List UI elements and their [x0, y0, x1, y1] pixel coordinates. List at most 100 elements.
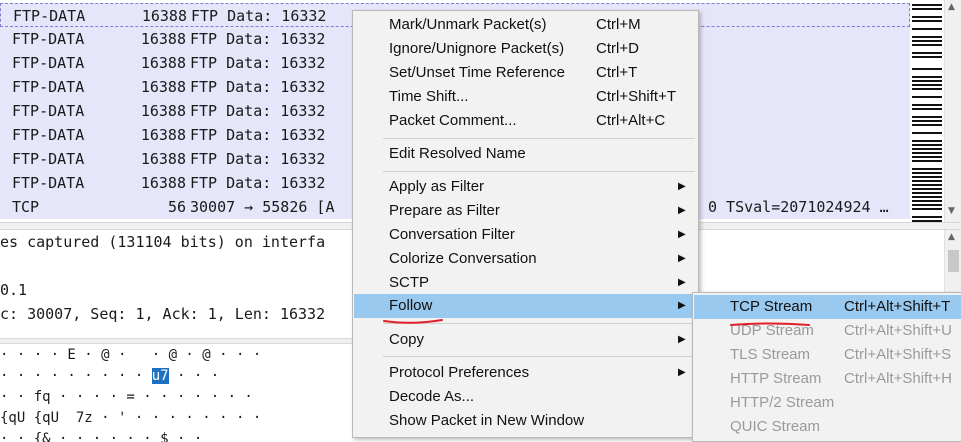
packet-length: 16388: [140, 54, 186, 72]
minimap-line: [912, 68, 942, 70]
menu-item-sctp[interactable]: SCTP ▶: [354, 271, 697, 295]
minimap-line: [912, 96, 942, 98]
menu-item-time-reference[interactable]: Set/Unset Time Reference Ctrl+T: [354, 61, 697, 85]
detail-line-frame[interactable]: es captured (131104 bits) on interfa: [0, 230, 325, 254]
menu-item-edit-resolved-name[interactable]: Edit Resolved Name: [354, 142, 697, 166]
packet-protocol: FTP-DATA: [12, 54, 85, 72]
packet-protocol: FTP-DATA: [12, 174, 85, 192]
menu-item-label: Conversation Filter: [389, 226, 515, 243]
packet-info: FTP Data: 16332: [190, 54, 326, 72]
minimap-line: [912, 20, 942, 22]
packet-info: FTP Data: 16332: [190, 102, 326, 120]
menu-item-label: Prepare as Filter: [389, 202, 500, 219]
packet-list-scrollbar[interactable]: ▲ ▼: [944, 0, 961, 222]
bytes-line: · · {& · · · · · · $ · ·: [0, 428, 202, 442]
submenu-item-tls-stream[interactable]: TLS Stream Ctrl+Alt+Shift+S: [694, 343, 961, 367]
minimap-line: [912, 176, 942, 178]
menu-item-colorize-conversation[interactable]: Colorize Conversation ▶: [354, 247, 697, 271]
menu-item-follow[interactable]: Follow ▶: [354, 294, 697, 318]
minimap-line: [912, 104, 942, 106]
menu-item-protocol-preferences[interactable]: Protocol Preferences ▶: [354, 361, 697, 385]
menu-item-label: Mark/Unmark Packet(s): [389, 16, 547, 33]
minimap-line: [912, 36, 942, 38]
packet-protocol: FTP-DATA: [12, 30, 85, 48]
detail-line-ip[interactable]: 0.1: [0, 278, 27, 302]
submenu-arrow-icon: ▶: [678, 205, 686, 216]
minimap-line: [912, 16, 942, 18]
menu-item-mark-packet[interactable]: Mark/Unmark Packet(s) Ctrl+M: [354, 13, 697, 37]
submenu-item-label: HTTP Stream: [730, 370, 822, 387]
minimap-line: [912, 168, 942, 170]
minimap-line: [912, 132, 942, 134]
scroll-down-icon[interactable]: ▼: [948, 206, 955, 216]
submenu-item-label: TLS Stream: [730, 346, 811, 363]
menu-item-prepare-as-filter[interactable]: Prepare as Filter ▶: [354, 199, 697, 223]
packet-info: FTP Data: 16332: [191, 7, 327, 25]
menu-item-ignore-packet[interactable]: Ignore/Unignore Packet(s) Ctrl+D: [354, 37, 697, 61]
minimap-line: [912, 52, 942, 54]
minimap-line: [912, 180, 942, 182]
minimap-line: [912, 108, 942, 110]
bytes-ascii: {qU {qU 7z · ' · · · · · · · ·: [0, 410, 262, 426]
menu-item-shortcut: Ctrl+Shift+T: [596, 88, 677, 105]
submenu-item-http-stream[interactable]: HTTP Stream Ctrl+Alt+Shift+H: [694, 367, 961, 391]
menu-item-label: Follow: [389, 297, 433, 314]
bytes-highlight[interactable]: u7: [151, 368, 169, 384]
packet-info: FTP Data: 16332: [190, 78, 326, 96]
packet-protocol: FTP-DATA: [12, 150, 85, 168]
minimap-line: [912, 172, 942, 174]
bytes-line: · · · · · · · · · u7 · · ·: [0, 365, 219, 387]
menu-item-decode-as[interactable]: Decode As...: [354, 385, 697, 409]
minimap-line: [912, 184, 942, 186]
bytes-ascii: · · · · · · · · ·: [0, 368, 152, 384]
menu-item-label: Decode As...: [389, 388, 475, 405]
minimap-line: [912, 200, 942, 202]
minimap-line: [912, 140, 942, 142]
minimap-line: [912, 152, 942, 154]
menu-item-label: SCTP: [389, 274, 430, 291]
scroll-up-icon[interactable]: ▲: [948, 232, 955, 242]
packet-protocol: FTP-DATA: [12, 126, 85, 144]
packet-info: FTP Data: 16332: [190, 174, 326, 192]
submenu-arrow-icon: ▶: [678, 181, 686, 192]
scrollbar-thumb[interactable]: [948, 250, 959, 272]
submenu-item-tcp-stream[interactable]: TCP Stream Ctrl+Alt+Shift+T: [694, 295, 961, 319]
menu-item-label: Time Shift...: [389, 88, 469, 105]
menu-item-conversation-filter[interactable]: Conversation Filter ▶: [354, 223, 697, 247]
follow-submenu[interactable]: TCP Stream Ctrl+Alt+Shift+T UDP Stream C…: [692, 292, 961, 442]
bytes-ascii: · · {& · · · · · · $ · ·: [0, 431, 203, 442]
submenu-item-label: TCP Stream: [730, 298, 813, 315]
menu-item-copy[interactable]: Copy ▶: [354, 328, 697, 352]
menu-item-label: Ignore/Unignore Packet(s): [389, 40, 565, 57]
submenu-item-shortcut: Ctrl+Alt+Shift+S: [844, 346, 952, 363]
packet-info: FTP Data: 16332: [190, 30, 326, 48]
menu-item-packet-comment[interactable]: Packet Comment... Ctrl+Alt+C: [354, 109, 697, 133]
minimap-line: [912, 84, 942, 86]
submenu-item-http2-stream[interactable]: HTTP/2 Stream: [694, 391, 961, 415]
minimap-line: [912, 160, 942, 162]
packet-protocol: FTP-DATA: [12, 102, 85, 120]
packet-length: 16388: [140, 102, 186, 120]
packet-context-menu[interactable]: Mark/Unmark Packet(s) Ctrl+M Ignore/Unig…: [352, 10, 699, 438]
menu-item-label: Apply as Filter: [389, 178, 485, 195]
menu-item-time-shift[interactable]: Time Shift... Ctrl+Shift+T: [354, 85, 697, 109]
submenu-item-quic-stream[interactable]: QUIC Stream: [694, 415, 961, 439]
submenu-item-shortcut: Ctrl+Alt+Shift+T: [844, 298, 951, 315]
scroll-up-icon[interactable]: ▲: [948, 2, 955, 12]
minimap-line: [912, 148, 942, 150]
menu-item-apply-as-filter[interactable]: Apply as Filter ▶: [354, 175, 697, 199]
packet-length: 16388: [140, 174, 186, 192]
bytes-line: · · · · E · @ · · @ · @ · · ·: [0, 344, 261, 366]
minimap-line: [912, 196, 942, 198]
menu-item-label: Set/Unset Time Reference: [389, 64, 565, 81]
submenu-arrow-icon: ▶: [678, 229, 686, 240]
menu-separator: [383, 138, 695, 139]
packet-minimap[interactable]: [912, 0, 942, 222]
packet-protocol: FTP-DATA: [12, 78, 85, 96]
detail-line-tcp[interactable]: c: 30007, Seq: 1, Ack: 1, Len: 16332: [0, 302, 325, 326]
menu-item-show-packet-new-window[interactable]: Show Packet in New Window: [354, 409, 697, 433]
packet-info: FTP Data: 16332: [190, 150, 326, 168]
submenu-arrow-icon: ▶: [678, 334, 686, 345]
menu-item-label: Show Packet in New Window: [389, 412, 585, 429]
packet-length: 56: [167, 198, 186, 216]
